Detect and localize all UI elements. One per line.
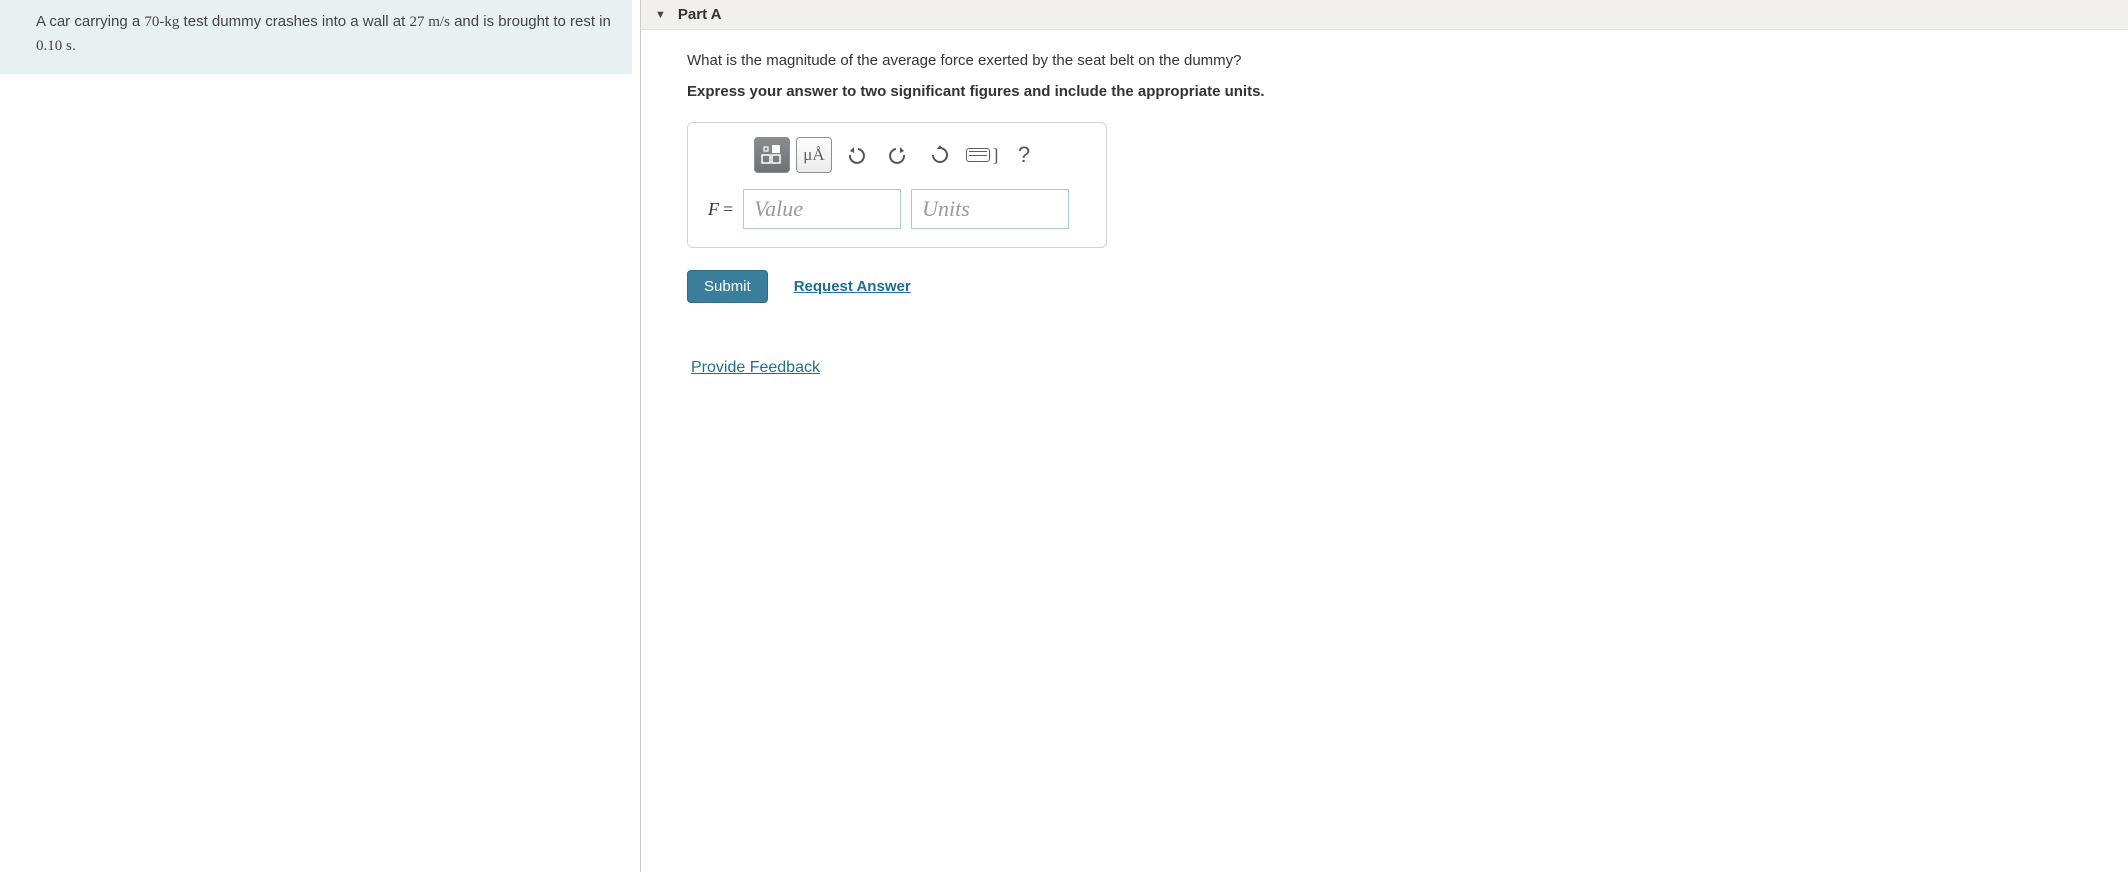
instruction-text: Express your answer to two significant f… (687, 83, 2082, 100)
units-input[interactable] (911, 189, 1069, 229)
keyboard-icon (966, 148, 990, 162)
templates-button[interactable] (754, 137, 790, 173)
problem-speed: 27 m/s (409, 14, 449, 30)
submit-button[interactable]: Submit (687, 270, 768, 303)
redo-icon (888, 145, 908, 165)
variable-label: F= (708, 199, 733, 220)
problem-text-suffix: . (72, 37, 76, 54)
problem-mass: 70-kg (144, 14, 179, 30)
undo-button[interactable] (838, 137, 874, 173)
equals-symbol: = (723, 199, 733, 219)
units-symbols-icon: μÅ (803, 145, 824, 165)
problem-text-prefix: A car carrying a (36, 13, 144, 30)
keyboard-bracket: ] (993, 145, 999, 166)
units-symbols-button[interactable]: μÅ (796, 137, 832, 173)
templates-icon (761, 144, 783, 166)
reset-button[interactable] (922, 137, 958, 173)
problem-text-mid2: and is brought to rest in (450, 13, 611, 30)
answer-panel: μÅ ] ? (687, 122, 1107, 248)
problem-statement: A car carrying a 70-kg test dummy crashe… (0, 0, 632, 74)
problem-time: 0.10 s (36, 38, 72, 54)
help-button[interactable]: ? (1006, 137, 1042, 173)
reset-icon (930, 145, 950, 165)
collapse-caret-icon: ▼ (655, 9, 666, 21)
variable-symbol: F (708, 199, 719, 219)
part-header[interactable]: ▼ Part A (641, 0, 2128, 30)
keyboard-shortcuts-button[interactable]: ] (964, 137, 1000, 173)
problem-text-mid1: test dummy crashes into a wall at (179, 13, 409, 30)
value-input[interactable] (743, 189, 901, 229)
question-text: What is the magnitude of the average for… (687, 52, 2082, 69)
request-answer-link[interactable]: Request Answer (794, 278, 911, 295)
provide-feedback-link[interactable]: Provide Feedback (691, 359, 820, 376)
part-title: Part A (678, 6, 722, 23)
help-icon: ? (1018, 142, 1030, 168)
equation-toolbar: μÅ ] ? (702, 137, 1092, 173)
undo-icon (846, 145, 866, 165)
redo-button[interactable] (880, 137, 916, 173)
